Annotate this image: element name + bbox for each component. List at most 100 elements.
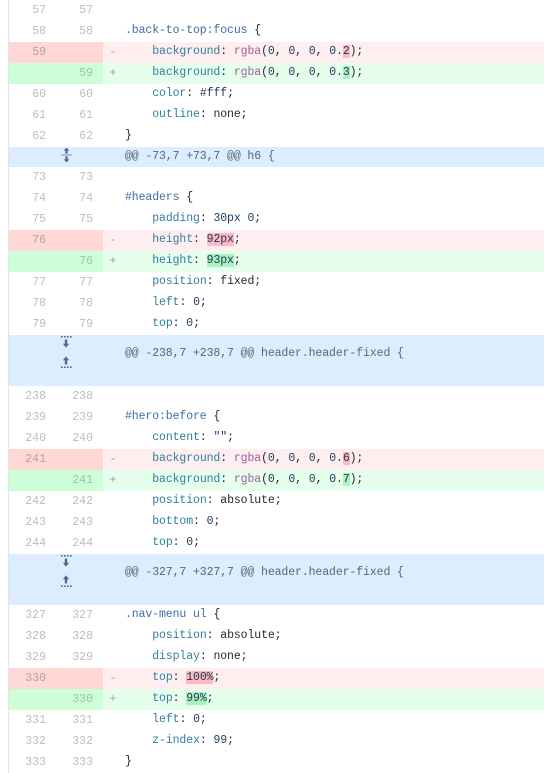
old-line-number[interactable]: 240 bbox=[9, 428, 56, 449]
old-line-number[interactable]: 59 bbox=[9, 42, 56, 63]
new-line-number[interactable]: 332 bbox=[56, 731, 103, 752]
new-line-number[interactable]: 76 bbox=[56, 251, 103, 272]
old-line-number[interactable] bbox=[9, 63, 56, 84]
code-line[interactable]: height: 92px; bbox=[123, 230, 544, 251]
new-line-number[interactable]: 243 bbox=[56, 512, 103, 533]
expand-both-icon bbox=[60, 147, 73, 163]
old-line-number[interactable]: 244 bbox=[9, 533, 56, 554]
old-line-number[interactable]: 79 bbox=[9, 314, 56, 335]
new-line-number[interactable]: 75 bbox=[56, 209, 103, 230]
code-line[interactable]: padding: 30px 0; bbox=[123, 209, 544, 230]
code-line[interactable]: top: 99%; bbox=[123, 689, 544, 710]
old-line-number[interactable]: 57 bbox=[9, 0, 56, 21]
diff-marker bbox=[103, 710, 123, 731]
code-line[interactable]: } bbox=[123, 126, 544, 147]
new-line-number[interactable]: 59 bbox=[56, 63, 103, 84]
new-line-number[interactable]: 333 bbox=[56, 752, 103, 773]
code-line[interactable]: height: 93px; bbox=[123, 251, 544, 272]
expand-hunk-button[interactable] bbox=[9, 147, 123, 167]
code-line[interactable]: display: none; bbox=[123, 647, 544, 668]
code-line[interactable]: left: 0; bbox=[123, 710, 544, 731]
old-line-number[interactable]: 330 bbox=[9, 668, 56, 689]
old-line-number[interactable]: 241 bbox=[9, 449, 56, 470]
code-line[interactable]: content: ""; bbox=[123, 428, 544, 449]
code-line[interactable]: background: rgba(0, 0, 0, 0.6); bbox=[123, 449, 544, 470]
code-line[interactable]: .back-to-top:focus { bbox=[123, 21, 544, 42]
code-line[interactable]: position: fixed; bbox=[123, 272, 544, 293]
old-line-number[interactable]: 331 bbox=[9, 710, 56, 731]
code-line[interactable]: z-index: 99; bbox=[123, 731, 544, 752]
new-line-number[interactable] bbox=[56, 230, 103, 251]
new-line-number[interactable]: 328 bbox=[56, 626, 103, 647]
code-line[interactable]: color: #fff; bbox=[123, 84, 544, 105]
old-line-number[interactable]: 61 bbox=[9, 105, 56, 126]
old-line-number[interactable] bbox=[9, 251, 56, 272]
old-line-number[interactable]: 76 bbox=[9, 230, 56, 251]
new-line-number[interactable]: 61 bbox=[56, 105, 103, 126]
code-line[interactable] bbox=[123, 0, 544, 21]
new-line-number[interactable]: 329 bbox=[56, 647, 103, 668]
old-line-number[interactable]: 74 bbox=[9, 188, 56, 209]
code-line[interactable]: background: rgba(0, 0, 0, 0.7); bbox=[123, 470, 544, 491]
code-line[interactable]: background: rgba(0, 0, 0, 0.2); bbox=[123, 42, 544, 63]
expand-hunk-button[interactable] bbox=[9, 554, 123, 605]
code-line[interactable]: } bbox=[123, 752, 544, 773]
code-line[interactable]: top: 0; bbox=[123, 533, 544, 554]
code-line[interactable]: #hero:before { bbox=[123, 407, 544, 428]
new-line-number[interactable] bbox=[56, 668, 103, 689]
new-line-number[interactable]: 239 bbox=[56, 407, 103, 428]
new-line-number[interactable] bbox=[56, 449, 103, 470]
code-line[interactable] bbox=[123, 167, 544, 188]
old-line-number[interactable]: 58 bbox=[9, 21, 56, 42]
code-line[interactable] bbox=[123, 386, 544, 407]
new-line-number[interactable]: 57 bbox=[56, 0, 103, 21]
new-line-number[interactable]: 73 bbox=[56, 167, 103, 188]
old-line-number[interactable]: 333 bbox=[9, 752, 56, 773]
new-line-number[interactable]: 242 bbox=[56, 491, 103, 512]
old-line-number[interactable] bbox=[9, 689, 56, 710]
new-line-number[interactable] bbox=[56, 42, 103, 63]
old-line-number[interactable]: 329 bbox=[9, 647, 56, 668]
old-line-number[interactable]: 75 bbox=[9, 209, 56, 230]
old-line-number[interactable]: 242 bbox=[9, 491, 56, 512]
diff-line-row-deletion: 59 - background: rgba(0, 0, 0, 0.2); bbox=[9, 42, 544, 63]
code-line[interactable]: left: 0; bbox=[123, 293, 544, 314]
new-line-number[interactable]: 58 bbox=[56, 21, 103, 42]
code-line[interactable]: outline: none; bbox=[123, 105, 544, 126]
code-line[interactable]: bottom: 0; bbox=[123, 512, 544, 533]
new-line-number[interactable]: 62 bbox=[56, 126, 103, 147]
old-line-number[interactable]: 243 bbox=[9, 512, 56, 533]
code-line[interactable]: position: absolute; bbox=[123, 626, 544, 647]
old-line-number[interactable]: 77 bbox=[9, 272, 56, 293]
old-line-number[interactable] bbox=[9, 470, 56, 491]
new-line-number[interactable]: 238 bbox=[56, 386, 103, 407]
new-line-number[interactable]: 240 bbox=[56, 428, 103, 449]
code-line[interactable]: .nav-menu ul { bbox=[123, 605, 544, 626]
new-line-number[interactable]: 327 bbox=[56, 605, 103, 626]
old-line-number[interactable]: 327 bbox=[9, 605, 56, 626]
new-line-number[interactable]: 241 bbox=[56, 470, 103, 491]
new-line-number[interactable]: 60 bbox=[56, 84, 103, 105]
old-line-number[interactable]: 328 bbox=[9, 626, 56, 647]
new-line-number[interactable]: 331 bbox=[56, 710, 103, 731]
old-line-number[interactable]: 239 bbox=[9, 407, 56, 428]
code-line[interactable]: top: 0; bbox=[123, 314, 544, 335]
code-line[interactable]: top: 100%; bbox=[123, 668, 544, 689]
new-line-number[interactable]: 78 bbox=[56, 293, 103, 314]
old-line-number[interactable]: 62 bbox=[9, 126, 56, 147]
old-line-number[interactable]: 73 bbox=[9, 167, 56, 188]
new-line-number[interactable]: 79 bbox=[56, 314, 103, 335]
new-line-number[interactable]: 330 bbox=[56, 689, 103, 710]
code-line[interactable]: position: absolute; bbox=[123, 491, 544, 512]
new-line-number[interactable]: 74 bbox=[56, 188, 103, 209]
code-line[interactable]: #headers { bbox=[123, 188, 544, 209]
new-line-number[interactable]: 77 bbox=[56, 272, 103, 293]
old-line-number[interactable]: 60 bbox=[9, 84, 56, 105]
old-line-number[interactable]: 332 bbox=[9, 731, 56, 752]
new-line-number[interactable]: 244 bbox=[56, 533, 103, 554]
old-line-number[interactable]: 78 bbox=[9, 293, 56, 314]
old-line-number[interactable]: 238 bbox=[9, 386, 56, 407]
code-line[interactable]: background: rgba(0, 0, 0, 0.3); bbox=[123, 63, 544, 84]
expand-hunk-button[interactable] bbox=[9, 335, 123, 386]
diff-marker bbox=[103, 188, 123, 209]
